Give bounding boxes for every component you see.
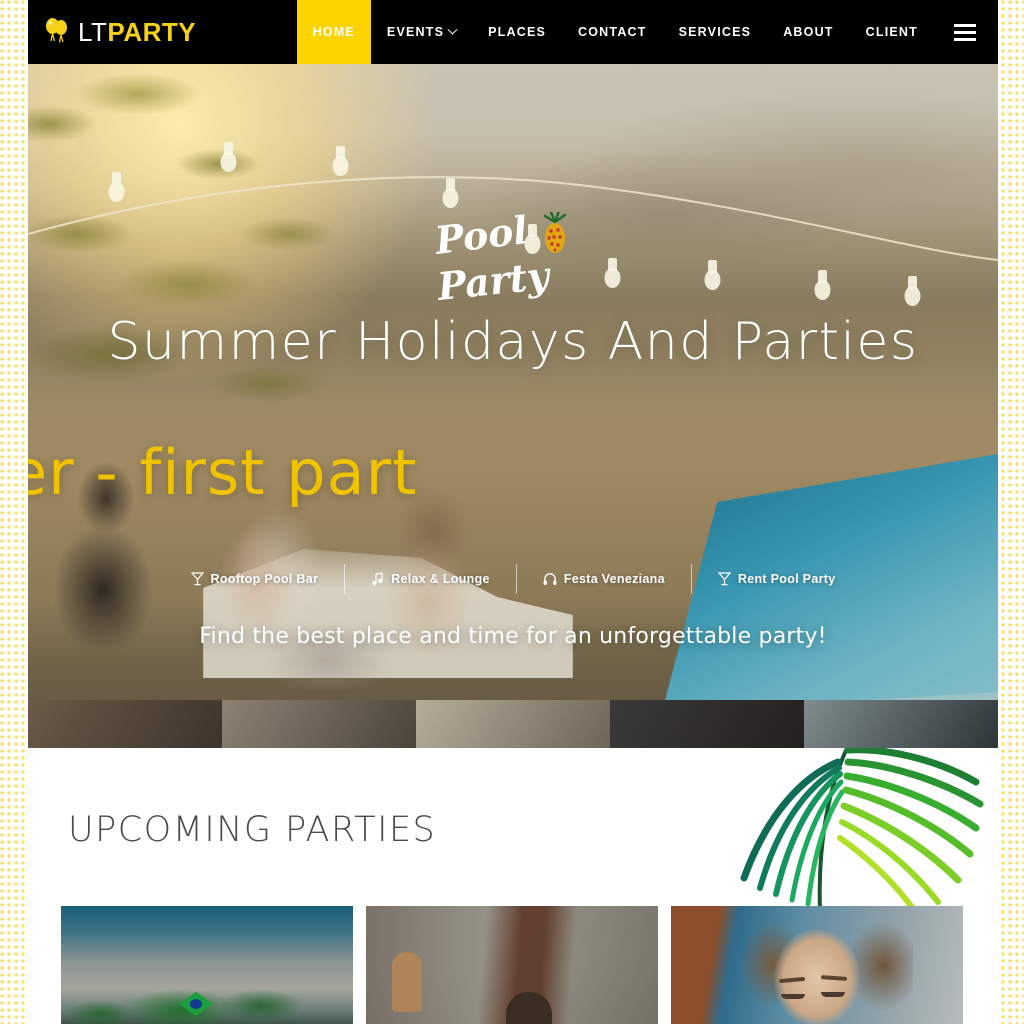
page-title: UPCOMING PARTIES bbox=[68, 810, 437, 850]
music-note-icon bbox=[372, 572, 383, 585]
balloons-icon bbox=[46, 18, 67, 43]
cocktail-glass-icon bbox=[190, 572, 204, 586]
hero-thumbnail-strip[interactable] bbox=[28, 700, 998, 748]
hero-category-label: Relax & Lounge bbox=[391, 572, 490, 586]
pool-party-script-logo: Pool Party bbox=[433, 212, 567, 309]
upcoming-card-indoor-party[interactable] bbox=[366, 906, 658, 1024]
hero-thumbnail[interactable] bbox=[804, 700, 998, 748]
brand-lt: LT bbox=[78, 17, 108, 47]
nav-label-about: ABOUT bbox=[783, 25, 834, 39]
hero-thumbnail[interactable] bbox=[222, 700, 416, 748]
nav-item-events[interactable]: EVENTS bbox=[371, 0, 472, 64]
nav-label-places: PLACES bbox=[488, 25, 547, 39]
hero-thumbnail[interactable] bbox=[416, 700, 610, 748]
nav-label-client: CLIENT bbox=[865, 25, 918, 39]
upcoming-card-woman-portrait[interactable] bbox=[671, 906, 963, 1024]
nav-item-home[interactable]: HOME bbox=[296, 0, 371, 64]
pineapple-icon bbox=[543, 212, 567, 253]
page-background: LTPARTY HOME EVENTS PLACES CONTACT SERVI… bbox=[0, 0, 1024, 1024]
main-navigation: HOME EVENTS PLACES CONTACT SERVICES ABOU… bbox=[296, 0, 998, 64]
palm-leaf-icon bbox=[740, 748, 984, 912]
site-header: LTPARTY HOME EVENTS PLACES CONTACT SERVI… bbox=[28, 0, 998, 64]
hero-thumbnail[interactable] bbox=[610, 700, 804, 748]
nav-label-services: SERVICES bbox=[678, 25, 752, 39]
hero-category-label: Rent Pool Party bbox=[737, 572, 836, 586]
headphones-icon bbox=[543, 573, 557, 585]
hero-category-festa-veneziana[interactable]: Festa Veneziana bbox=[517, 564, 692, 594]
brand-party: PARTY bbox=[107, 17, 197, 47]
nav-item-about[interactable]: ABOUT bbox=[767, 0, 849, 64]
nav-item-places[interactable]: PLACES bbox=[472, 0, 562, 64]
upcoming-card-beach-crowd[interactable] bbox=[61, 906, 353, 1024]
hero-tagline: Find the best place and time for an unfo… bbox=[199, 624, 827, 649]
hero-banner: Pool Party Summer Holidays And Parties w… bbox=[28, 64, 998, 748]
nav-item-contact[interactable]: CONTACT bbox=[562, 0, 663, 64]
nav-label-contact: CONTACT bbox=[578, 25, 647, 39]
chevron-down-icon bbox=[447, 24, 458, 35]
nav-item-client[interactable]: CLIENT bbox=[850, 0, 934, 64]
hero-category-rooftop-pool-bar[interactable]: Rooftop Pool Bar bbox=[165, 564, 346, 594]
hero-category-label: Rooftop Pool Bar bbox=[210, 572, 319, 586]
cocktail-glass-icon bbox=[717, 572, 731, 586]
hero-title: Summer Holidays And Parties bbox=[107, 312, 919, 372]
hero-category-label: Festa Veneziana bbox=[563, 572, 665, 586]
nav-label-events: EVENTS bbox=[386, 25, 445, 39]
hero-category-list: Rooftop Pool Bar Relax & Lounge Festa Ve… bbox=[28, 564, 998, 594]
upcoming-parties-section: UPCOMING PARTIES bbox=[28, 748, 998, 1024]
hero-foliage bbox=[28, 64, 418, 484]
brand-text: LTPARTY bbox=[78, 19, 196, 45]
upcoming-cards-grid bbox=[61, 906, 966, 1024]
hero-thumbnail[interactable] bbox=[28, 700, 222, 748]
hero-category-relax-lounge[interactable]: Relax & Lounge bbox=[345, 564, 517, 594]
nav-item-services[interactable]: SERVICES bbox=[663, 0, 768, 64]
brand-logo[interactable]: LTPARTY bbox=[28, 0, 196, 64]
hero-category-rent-pool-party[interactable]: Rent Pool Party bbox=[692, 564, 862, 594]
content-column: LTPARTY HOME EVENTS PLACES CONTACT SERVI… bbox=[28, 0, 998, 1024]
hamburger-icon[interactable] bbox=[934, 0, 998, 64]
nav-label-home: HOME bbox=[312, 25, 355, 39]
hero-subtitle: water - first part bbox=[28, 436, 418, 509]
